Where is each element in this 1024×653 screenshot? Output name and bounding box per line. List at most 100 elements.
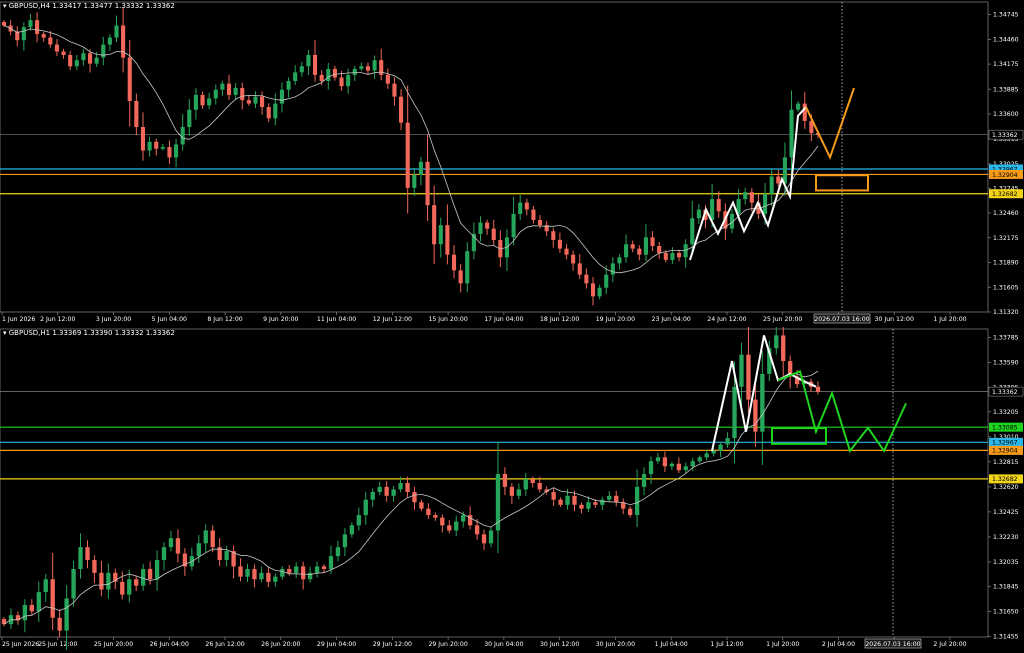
candle-body	[511, 213, 516, 238]
candle-body	[564, 248, 569, 255]
level-price-label: 1.32904	[992, 448, 1018, 455]
h4-symbol: GBPUSD,H4	[8, 2, 51, 10]
candle-body	[174, 144, 179, 158]
candle-body	[54, 44, 59, 52]
candle-body	[266, 572, 271, 582]
candle-body	[61, 51, 66, 55]
level-price-label: 1.32682	[992, 476, 1018, 483]
candle-body	[711, 450, 716, 454]
candle-body	[634, 486, 640, 516]
candle-body	[253, 96, 258, 104]
candle-body	[491, 228, 496, 240]
time-tick-label: 29 Jun 20:00	[428, 641, 467, 648]
candle-body	[99, 572, 104, 590]
candle-body	[488, 530, 494, 544]
candle-body	[339, 77, 344, 87]
time-tick-label: 26 Jun 04:00	[150, 641, 189, 648]
candle-body	[233, 87, 238, 95]
price-tick-label: 1.31650	[993, 608, 1019, 615]
candle-body	[650, 237, 655, 247]
candle-body	[342, 534, 348, 548]
level-price-label: 1.33362	[992, 132, 1018, 139]
candle-body	[384, 486, 389, 496]
price-tick-label: 1.32815	[993, 459, 1019, 466]
candle-body	[796, 103, 801, 110]
candle-body	[213, 89, 218, 99]
candle-body	[168, 538, 174, 548]
candle-body	[273, 103, 278, 119]
h1-ohlc: 1.33369 1.33390 1.33332 1.33362	[52, 329, 175, 337]
time-tick-label: 1 Jul 04:00	[655, 641, 688, 648]
candle-body	[346, 74, 351, 87]
candle-body	[175, 538, 181, 554]
candle-body	[405, 122, 410, 188]
time-tick-label: 2 Jun 12:00	[40, 316, 75, 323]
candle-body	[391, 489, 396, 496]
candle-body	[352, 68, 357, 75]
h4-chart-canvas[interactable]: 1.34745 1.34460 1.34175 1.33885 1.33600 1.333…	[0, 0, 1024, 324]
candle-body	[670, 252, 675, 260]
candle-body	[399, 96, 404, 123]
candle-body	[203, 530, 208, 544]
candle-body	[238, 566, 243, 577]
price-tick-label: 1.31455	[993, 633, 1019, 640]
level-price-label: 1.32682	[992, 191, 1018, 198]
candle-body	[326, 68, 331, 82]
level-price-label: 1.33085	[992, 424, 1018, 431]
candle-body	[551, 491, 556, 500]
candle-body	[509, 486, 515, 496]
candle-body	[718, 444, 723, 451]
candle-body	[50, 579, 55, 618]
level-price-label: 1.32967	[992, 440, 1018, 447]
candle-body	[200, 94, 205, 106]
candle-body	[385, 74, 390, 84]
candle-body	[78, 547, 83, 569]
time-tick-label: 25 Jun 2026	[2, 641, 39, 648]
candle-body	[306, 54, 311, 67]
candle-body	[332, 68, 337, 78]
candle-body	[627, 508, 633, 516]
candle-body	[690, 218, 695, 245]
candle-body	[655, 457, 661, 462]
time-tick-label: 25 Jun 20:00	[94, 641, 133, 648]
candle-body	[704, 453, 709, 458]
candle-body	[161, 547, 167, 560]
candle-body	[301, 566, 306, 580]
time-tick-label: 30 Jun 12:00	[540, 641, 579, 648]
candle-body	[433, 515, 438, 518]
plot-frame	[0, 328, 989, 638]
h4-ohlc: 1.33417 1.33477 1.33332 1.33362	[52, 2, 175, 10]
dropdown-triangle-icon[interactable]: ▾	[3, 2, 7, 10]
candle-body	[57, 617, 62, 631]
candle-body	[29, 604, 34, 612]
candle-body	[370, 491, 375, 500]
candle-body	[643, 237, 648, 255]
chart-panel-h1[interactable]: 1.337851.335901.333951.332051.330101.328…	[0, 327, 1024, 653]
candle-body	[676, 252, 682, 258]
candle-body	[597, 287, 602, 297]
h1-chart-canvas[interactable]: 1.337851.335901.333951.332051.330101.328…	[0, 327, 1024, 653]
candle-body	[481, 534, 487, 544]
candle-body	[246, 100, 251, 104]
candle-body	[260, 96, 265, 108]
dropdown-triangle-icon[interactable]: ▾	[3, 329, 7, 337]
price-tick-label: 1.33600	[993, 111, 1019, 118]
price-tick-label: 1.32425	[993, 509, 1019, 516]
time-tick-label: 30 Jun 20:00	[596, 641, 635, 648]
candle-body	[207, 98, 212, 106]
candle-body	[154, 560, 160, 580]
time-tick-label: 2 Jul 20:00	[933, 641, 966, 648]
candle-body	[458, 270, 463, 284]
candle-body	[279, 89, 285, 104]
moving-average-line	[3, 370, 819, 625]
price-tick-label: 1.31320	[993, 309, 1019, 316]
time-tick-label: 1 Jun 2026	[2, 316, 35, 323]
candle-body	[220, 83, 225, 90]
candle-body	[696, 209, 701, 219]
chart-panel-h4[interactable]: 1.34745 1.34460 1.34175 1.33885 1.33600 1.333…	[0, 0, 1024, 324]
candle-body	[690, 461, 695, 467]
candle-body	[349, 525, 355, 535]
candle-body	[377, 486, 382, 492]
candle-body	[769, 176, 774, 194]
candle-body	[359, 66, 364, 69]
